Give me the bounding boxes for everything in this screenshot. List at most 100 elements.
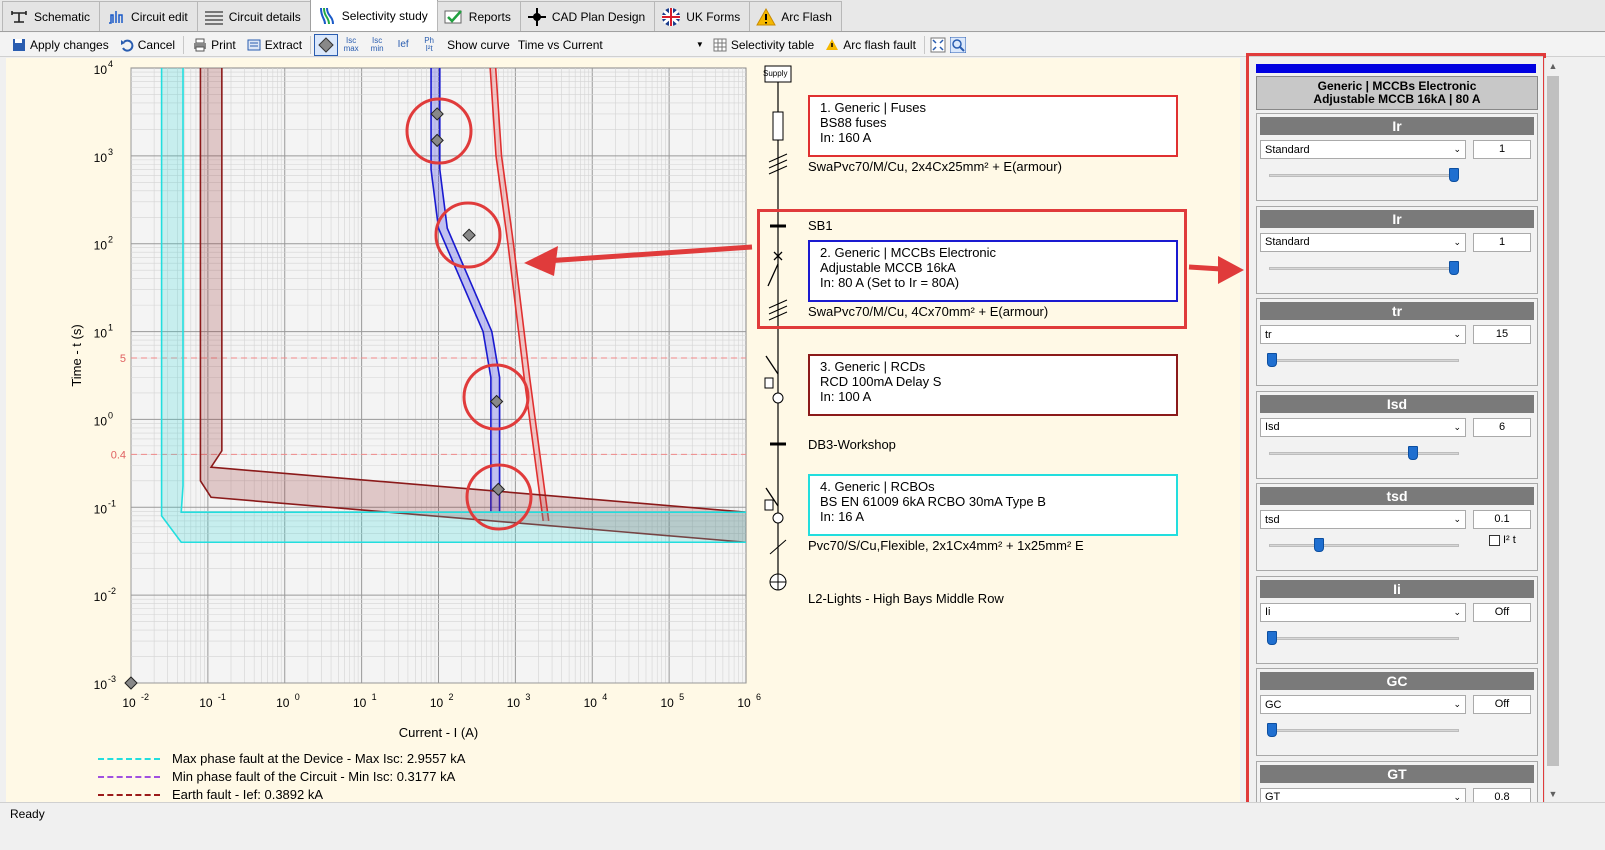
x-tick-label: 10 bbox=[353, 696, 367, 710]
tab-label: UK Forms bbox=[686, 9, 741, 24]
x-tick-exponent: 2 bbox=[449, 692, 454, 702]
y-tick-exponent: 1 bbox=[108, 323, 113, 333]
rcd-symbol[interactable] bbox=[765, 355, 779, 375]
supply-label: Supply bbox=[763, 69, 788, 78]
legend-item-max-isc: Max phase fault at the Device - Max Isc:… bbox=[98, 751, 465, 766]
ief-button[interactable]: Ief bbox=[390, 39, 416, 49]
status-bar: Ready bbox=[0, 802, 1605, 826]
isc-max-button[interactable]: Isc max bbox=[338, 36, 364, 53]
y-tick-exponent: 3 bbox=[108, 147, 113, 157]
toolbar-separator bbox=[183, 35, 185, 54]
y-tick-label: 10 bbox=[94, 590, 108, 604]
cable-label-1: SwaPvc70/M/Cu, 2x4Cx25mm² + E(armour) bbox=[808, 159, 1062, 174]
x-tick-label: 10 bbox=[276, 696, 290, 710]
x-tick-label: 10 bbox=[660, 696, 674, 710]
rcd-coil-icon bbox=[772, 392, 784, 404]
x-tick-exponent: 6 bbox=[756, 692, 761, 702]
save-icon bbox=[11, 37, 27, 53]
x-tick-label: 10 bbox=[199, 696, 213, 710]
main-tab-bar: Schematic Circuit edit Circuit details S… bbox=[0, 0, 1605, 32]
list-icon bbox=[204, 7, 224, 27]
selectivity-table-button[interactable]: Selectivity table bbox=[707, 34, 819, 56]
scroll-up-icon[interactable]: ▲ bbox=[1545, 58, 1561, 74]
tab-label: Circuit details bbox=[228, 9, 301, 24]
y-tick-label: 10 bbox=[94, 327, 108, 341]
x-axis-label: Current - I (A) bbox=[399, 725, 478, 740]
extract-button[interactable]: Extract bbox=[241, 34, 307, 56]
tab-circuit-edit[interactable]: Circuit edit bbox=[99, 1, 198, 31]
print-button[interactable]: Print bbox=[187, 34, 241, 56]
tab-schematic[interactable]: Schematic bbox=[2, 1, 101, 31]
scrollbar-thumb[interactable] bbox=[1547, 76, 1559, 766]
load-label: L2-Lights - High Bays Middle Row bbox=[808, 591, 1004, 606]
undo-icon bbox=[119, 37, 135, 53]
tab-circuit-details[interactable]: Circuit details bbox=[196, 1, 311, 31]
y-tick-label: 10 bbox=[94, 678, 108, 692]
y-tick-label: 10 bbox=[94, 414, 108, 428]
reference-line-label: 0.4 bbox=[111, 449, 126, 461]
ph-i2t-button[interactable]: Ph I²t bbox=[416, 36, 442, 53]
zoom-button[interactable] bbox=[948, 34, 968, 56]
device-box-rcd[interactable]: 3. Generic | RCDs RCD 100mA Delay S In: … bbox=[808, 354, 1178, 416]
tab-label: Selectivity study bbox=[341, 8, 428, 23]
apply-changes-button[interactable]: Apply changes bbox=[6, 34, 114, 56]
scroll-down-icon[interactable]: ▼ bbox=[1545, 786, 1561, 802]
circuit-edit-icon bbox=[106, 7, 126, 27]
x-tick-exponent: 4 bbox=[602, 692, 607, 702]
tab-reports[interactable]: Reports bbox=[436, 1, 521, 31]
uk-flag-icon bbox=[661, 7, 681, 27]
tab-label: CAD Plan Design bbox=[551, 9, 646, 24]
panel-scrollbar[interactable]: ▲ ▼ bbox=[1544, 58, 1560, 804]
y-tick-exponent: 4 bbox=[108, 59, 113, 69]
x-tick-exponent: 5 bbox=[679, 692, 684, 702]
toolbar-separator bbox=[923, 35, 925, 54]
y-tick-exponent: 0 bbox=[108, 410, 113, 420]
toolbar-separator bbox=[310, 35, 312, 54]
tab-uk-forms[interactable]: UK Forms bbox=[654, 1, 751, 31]
y-axis-label: Time - t (s) bbox=[69, 324, 84, 386]
x-tick-label: 10 bbox=[430, 696, 444, 710]
legend-item-min-isc: Min phase fault of the Circuit - Min Isc… bbox=[98, 769, 455, 784]
rcd-trip-icon bbox=[764, 377, 774, 389]
time-current-chart[interactable]: 50.410 -2 10 -1 10 0 10 1 10 2 10 3 10 4 10 5 10 610 410 31… bbox=[6, 58, 766, 802]
tab-label: Reports bbox=[468, 9, 511, 24]
device-box-rcbo[interactable]: 4. Generic | RCBOs BS EN 61009 6kA RCBO … bbox=[808, 474, 1178, 536]
x-tick-exponent: 3 bbox=[525, 692, 530, 702]
diamond-icon bbox=[318, 36, 334, 53]
tab-label: Circuit edit bbox=[131, 9, 188, 24]
arc-flash-fault-button[interactable]: Arc flash fault bbox=[819, 34, 921, 56]
printer-icon bbox=[192, 37, 208, 53]
x-tick-exponent: 1 bbox=[372, 692, 377, 702]
fit-view-button[interactable] bbox=[928, 34, 948, 56]
cancel-button[interactable]: Cancel bbox=[114, 34, 180, 56]
y-tick-label: 10 bbox=[94, 502, 108, 516]
y-tick-exponent: -1 bbox=[108, 498, 116, 508]
tab-selectivity-study[interactable]: Selectivity study bbox=[309, 0, 438, 31]
fuse-symbol[interactable] bbox=[772, 111, 784, 141]
x-tick-exponent: -2 bbox=[141, 692, 149, 702]
y-tick-label: 10 bbox=[94, 151, 108, 165]
x-tick-label: 10 bbox=[737, 696, 751, 710]
x-tick-label: 10 bbox=[584, 696, 598, 710]
extract-icon bbox=[246, 37, 262, 53]
legend-swatch bbox=[98, 793, 160, 796]
tab-cad-plan-design[interactable]: CAD Plan Design bbox=[519, 1, 656, 31]
magnifier-icon bbox=[949, 36, 966, 53]
warning-icon bbox=[756, 7, 777, 27]
legend-swatch bbox=[98, 775, 160, 778]
device-box-fuses[interactable]: 1. Generic | Fuses BS88 fuses In: 160 A bbox=[808, 95, 1178, 157]
isc-min-button[interactable]: Isc min bbox=[364, 36, 390, 53]
tab-arc-flash[interactable]: Arc Flash bbox=[749, 1, 842, 31]
marker-toggle-button[interactable] bbox=[314, 33, 339, 56]
legend-item-earth-fault: Earth fault - Ief: 0.3892 kA bbox=[98, 787, 323, 802]
x-tick-label: 10 bbox=[122, 696, 136, 710]
show-curve-select[interactable]: Time vs Current ▼ bbox=[514, 35, 707, 54]
fit-view-icon bbox=[930, 37, 946, 53]
y-tick-label: 10 bbox=[94, 63, 108, 77]
schematic-icon bbox=[9, 7, 29, 27]
reference-line-label: 5 bbox=[120, 353, 126, 365]
x-tick-exponent: 0 bbox=[295, 692, 300, 702]
selectivity-canvas: 5 0.4 10 -2 10 -1 10 0 10 1 10 2 10 3 10 4 10 5 10 6 10 4 10 3 1… bbox=[6, 58, 1244, 802]
x-tick-label: 10 bbox=[507, 696, 521, 710]
dropdown-arrow-icon: ▼ bbox=[695, 40, 704, 49]
